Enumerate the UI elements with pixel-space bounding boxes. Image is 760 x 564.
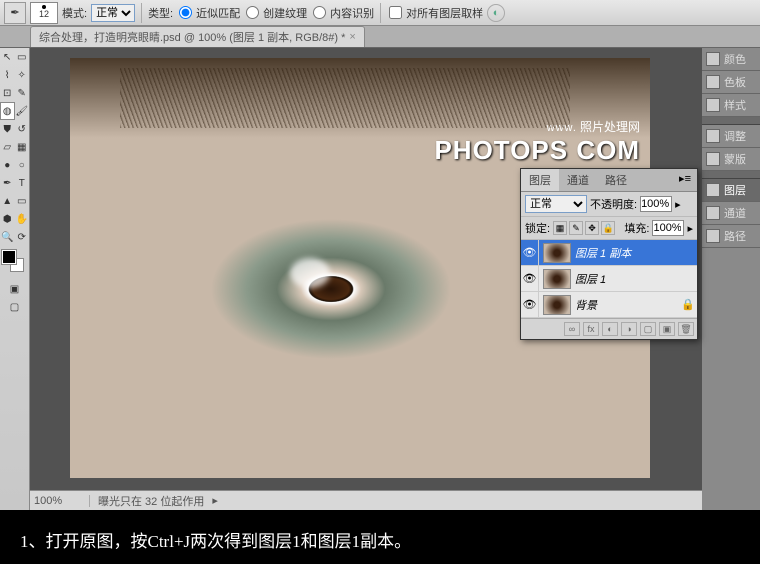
fill-label: 填充: [624, 220, 649, 236]
panel-tab-paths[interactable]: 路径 [702, 225, 760, 248]
layers-tab[interactable]: 图层 [521, 169, 559, 191]
channels-tab[interactable]: 通道 [559, 169, 597, 191]
type-label: 类型: [148, 5, 173, 21]
layer-name[interactable]: 背景 [575, 297, 681, 313]
shape-tool[interactable]: ▭ [15, 192, 30, 210]
layer-fx-icon[interactable]: fx [583, 322, 599, 336]
brush-size-value: 12 [39, 9, 49, 19]
document-tab[interactable]: 综合处理，打造明亮眼睛.psd @ 100% (图层 1 副本, RGB/8#)… [30, 26, 365, 47]
type-tool[interactable]: T [15, 174, 30, 192]
gradient-tool[interactable]: ▦ [15, 138, 30, 156]
document-tab-title: 综合处理，打造明亮眼睛.psd @ 100% (图层 1 副本, RGB/8#)… [39, 29, 345, 45]
layer-row[interactable]: 👁 背景 🔒 [521, 292, 697, 318]
panel-tab-channels[interactable]: 通道 [702, 202, 760, 225]
layer-name[interactable]: 图层 1 [575, 271, 681, 287]
panel-tab-masks[interactable]: 蒙版 [702, 148, 760, 171]
opacity-input[interactable] [640, 196, 672, 212]
history-brush-tool[interactable]: ↺ [15, 120, 30, 138]
zoom-tool[interactable]: 🔍 [0, 228, 15, 246]
layer-row[interactable]: 👁 图层 1 副本 [521, 240, 697, 266]
status-info: 曝光只在 32 位起作用 [90, 493, 212, 509]
lock-transparent-icon[interactable]: ▦ [553, 221, 567, 235]
tutorial-caption: 1、打开原图，按Ctrl+J两次得到图层1和图层1副本。 [0, 515, 760, 564]
lasso-tool[interactable]: ⌇ [0, 66, 15, 84]
radio-create-texture[interactable]: 创建纹理 [244, 5, 307, 21]
path-select-tool[interactable]: ▲ [0, 192, 15, 210]
status-bar: 100% 曝光只在 32 位起作用 ▸ [30, 490, 702, 510]
layer-mask-icon[interactable]: ◐ [602, 322, 618, 336]
layer-thumbnail[interactable] [543, 295, 571, 315]
lock-icon: 🔒 [681, 298, 697, 311]
clone-stamp-tool[interactable]: ⛊ [0, 120, 15, 138]
link-layers-icon[interactable]: ∞ [564, 322, 580, 336]
radio-content-aware[interactable]: 内容识别 [311, 5, 374, 21]
new-layer-icon[interactable]: ▣ [659, 322, 675, 336]
panel-tab-adjustments[interactable]: 调整 [702, 125, 760, 148]
radio-proximity-match[interactable]: 近似匹配 [177, 5, 240, 21]
layer-blend-mode-select[interactable]: 正常 [525, 195, 587, 213]
screen-mode-toggle[interactable]: ▢ [0, 298, 29, 316]
color-swatches[interactable] [2, 250, 27, 276]
lock-label: 锁定: [525, 220, 550, 236]
visibility-toggle-icon[interactable]: 👁 [521, 292, 539, 317]
current-tool-icon[interactable]: ✒ [4, 2, 26, 24]
mode-label: 模式: [62, 5, 87, 21]
layer-thumbnail[interactable] [543, 269, 571, 289]
fill-dropdown-icon[interactable]: ▸ [687, 222, 693, 235]
delete-layer-icon[interactable]: 🗑 [678, 322, 694, 336]
pen-tool[interactable]: ✒ [0, 174, 15, 192]
opacity-dropdown-icon[interactable]: ▸ [675, 198, 681, 211]
lock-position-icon[interactable]: ✥ [585, 221, 599, 235]
eraser-tool[interactable]: ▱ [0, 138, 15, 156]
right-panel-dock: 颜色 色板 样式 调整 蒙版 图层 通道 路径 [702, 48, 760, 510]
lock-pixels-icon[interactable]: ✎ [569, 221, 583, 235]
healing-brush-tool[interactable]: ◍ [0, 102, 15, 120]
panel-tab-swatches[interactable]: 色板 [702, 71, 760, 94]
photoshop-window: ✒ 12 模式: 正常 类型: 近似匹配 创建纹理 内容识别 对所有图层取样 ◐… [0, 0, 760, 510]
layer-row[interactable]: 👁 图层 1 [521, 266, 697, 292]
brush-tool[interactable]: 🖌 [15, 102, 29, 120]
marquee-tool[interactable]: ▭ [15, 48, 30, 66]
layers-panel: 图层 通道 路径 ▸≡ 正常 不透明度: ▸ 锁定: ▦ ✎ ✥ 🔒 填充: ▸ [520, 168, 698, 340]
zoom-level[interactable]: 100% [30, 495, 90, 507]
adjustment-layer-icon[interactable]: ◑ [621, 322, 637, 336]
eyedropper-tool[interactable]: ✎ [15, 84, 30, 102]
pressure-icon[interactable]: ◐ [487, 4, 505, 22]
visibility-toggle-icon[interactable]: 👁 [521, 266, 539, 291]
rotate-tool[interactable]: ⟳ [15, 228, 30, 246]
move-tool[interactable]: ↖ [0, 48, 15, 66]
watermark: www. 照片处理网 PHOTOPS COM [434, 118, 640, 166]
layers-panel-tabs: 图层 通道 路径 ▸≡ [521, 169, 697, 192]
hand-tool[interactable]: ✋ [15, 210, 30, 228]
blur-tool[interactable]: ● [0, 156, 15, 174]
checkbox-sample-all-layers[interactable]: 对所有图层取样 [387, 5, 483, 21]
layer-thumbnail[interactable] [543, 243, 571, 263]
layers-panel-footer: ∞ fx ◐ ◑ ▢ ▣ 🗑 [521, 318, 697, 339]
panel-menu-icon[interactable]: ▸≡ [673, 169, 697, 191]
layer-list: 👁 图层 1 副本 👁 图层 1 👁 背景 🔒 [521, 240, 697, 318]
blend-mode-select[interactable]: 正常 [91, 4, 135, 22]
quick-mask-toggle[interactable]: ▣ [0, 280, 29, 298]
foreground-color[interactable] [2, 250, 16, 264]
close-icon[interactable]: × [349, 31, 355, 43]
options-bar: ✒ 12 模式: 正常 类型: 近似匹配 创建纹理 内容识别 对所有图层取样 ◐ [0, 0, 760, 26]
fill-input[interactable] [652, 220, 684, 236]
crop-tool[interactable]: ⊡ [0, 84, 15, 102]
lock-all-icon[interactable]: 🔒 [601, 221, 615, 235]
panel-tab-styles[interactable]: 样式 [702, 94, 760, 117]
toolbox: ↖▭ ⌇✧ ⊡✎ ◍🖌 ⛊↺ ▱▦ ●○ ✒T ▲▭ ⬢✋ 🔍⟳ ▣ ▢ [0, 48, 30, 510]
document-tab-bar: 综合处理，打造明亮眼睛.psd @ 100% (图层 1 副本, RGB/8#)… [0, 26, 760, 48]
status-dropdown-icon[interactable]: ▸ [212, 494, 218, 507]
magic-wand-tool[interactable]: ✧ [15, 66, 30, 84]
panel-tab-color[interactable]: 颜色 [702, 48, 760, 71]
3d-tool[interactable]: ⬢ [0, 210, 15, 228]
layer-group-icon[interactable]: ▢ [640, 322, 656, 336]
dodge-tool[interactable]: ○ [15, 156, 30, 174]
panel-tab-layers[interactable]: 图层 [702, 179, 760, 202]
visibility-toggle-icon[interactable]: 👁 [521, 240, 539, 265]
paths-tab[interactable]: 路径 [597, 169, 635, 191]
layer-name[interactable]: 图层 1 副本 [575, 245, 681, 261]
brush-preset-picker[interactable]: 12 [30, 2, 58, 24]
opacity-label: 不透明度: [590, 196, 637, 212]
